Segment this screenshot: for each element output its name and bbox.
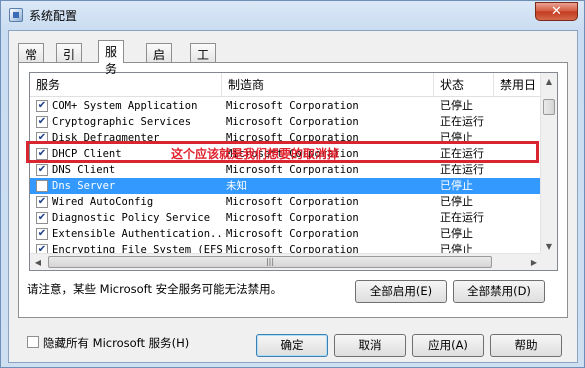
window-title: 系统配置 [29,9,78,23]
cancel-button[interactable]: 取消 [334,334,406,357]
tab-general[interactable]: 常规 [18,43,45,79]
help-button[interactable]: 帮助 [490,334,562,357]
service-status: 已停止 [440,179,473,192]
vertical-scrollbar[interactable]: ▲ ▼ [540,73,557,255]
service-checkbox[interactable]: ✔ [36,212,48,224]
vertical-scroll-thumb[interactable] [543,99,555,115]
horizontal-scroll-thumb[interactable]: ||| [48,256,492,268]
service-row[interactable]: ✔ Cryptographic Services Microsoft Corpo… [30,114,542,130]
service-checkbox[interactable] [36,180,48,192]
msconfig-app-icon [9,8,23,22]
service-row-selected[interactable]: Dns Server 未知 已停止 [30,178,542,194]
service-status: 已停止 [440,99,473,112]
scroll-corner [540,253,557,270]
tab-tools[interactable]: 工具 [190,43,217,79]
service-status: 正在运行 [440,211,484,224]
annotation-text: 这个应该就是我们想要的取消掉 [171,147,340,161]
hide-ms-services-checkbox[interactable] [27,336,39,348]
service-checkbox[interactable]: ✔ [36,100,48,112]
service-checkbox[interactable]: ✔ [36,228,48,240]
service-row[interactable]: ✔ DNS Client Microsoft Corporation 正在运行 [30,162,542,178]
service-name: DNS Client [52,164,116,176]
service-name: Cryptographic Services [52,116,192,128]
scroll-left-icon[interactable]: ◀ [30,254,46,270]
services-list[interactable]: 服务 制造商 状态 禁用日 ✔ COM+ System Application … [29,72,558,271]
service-status: 已停止 [440,195,473,208]
service-row[interactable]: ✔ Wired AutoConfig Microsoft Corporation… [30,194,542,210]
service-manufacturer: 未知 [226,180,247,192]
apply-button[interactable]: 应用(A) [412,334,484,357]
tab-boot[interactable]: 引导 [56,43,83,79]
column-header-status[interactable]: 状态 [434,73,494,97]
service-status: 已停止 [440,227,473,240]
service-row[interactable]: ✔ Extensible Authentication... Microsoft… [30,226,542,242]
service-status: 正在运行 [440,163,484,176]
service-row[interactable]: ✔ Diagnostic Policy Service Microsoft Co… [30,210,542,226]
security-note: 请注意，某些 Microsoft 安全服务可能无法禁用。 [27,282,283,296]
scroll-up-icon[interactable]: ▲ [541,73,557,90]
service-manufacturer: Microsoft Corporation [226,228,359,240]
service-name: Wired AutoConfig [52,196,154,208]
service-row[interactable]: ✔ Disk Defragmenter Microsoft Corporatio… [30,130,542,146]
service-manufacturer: Microsoft Corporation [226,196,359,208]
service-name: Disk Defragmenter [52,132,160,144]
column-header-service[interactable]: 服务 [30,73,222,97]
tab-startup[interactable]: 启动 [146,43,173,79]
service-manufacturer: Microsoft Corporation [226,116,359,128]
service-status: 已停止 [440,131,473,144]
service-manufacturer: Microsoft Corporation [226,212,359,224]
service-checkbox[interactable]: ✔ [36,164,48,176]
system-config-window: 系统配置 ✕ 常规 引导 服务 启动 工具 服务 制造商 状态 禁用日 ✔ [0,0,585,368]
service-row[interactable]: ✔ COM+ System Application Microsoft Corp… [30,98,542,114]
services-panel: 服务 制造商 状态 禁用日 ✔ COM+ System Application … [18,62,568,318]
service-name: COM+ System Application [52,100,198,112]
service-manufacturer: Microsoft Corporation [226,132,359,144]
hide-ms-services-label: 隐藏所有 Microsoft 服务(H) [43,336,190,350]
enable-all-button[interactable]: 全部启用(E) [355,280,447,303]
service-status: 正在运行 [440,147,484,160]
service-manufacturer: Microsoft Corporation [226,164,359,176]
service-status: 正在运行 [440,115,484,128]
service-checkbox[interactable]: ✔ [36,116,48,128]
horizontal-scrollbar[interactable]: ◀ ||| ▶ [30,253,542,270]
service-manufacturer: Microsoft Corporation [226,100,359,112]
column-header-manufacturer[interactable]: 制造商 [222,73,434,97]
tab-services[interactable]: 服务 [98,40,125,76]
service-name: Diagnostic Policy Service [52,212,211,224]
service-checkbox[interactable]: ✔ [36,148,48,160]
close-button[interactable]: ✕ [535,2,578,21]
service-name: Dns Server [52,180,116,192]
service-checkbox[interactable]: ✔ [36,196,48,208]
disable-all-button[interactable]: 全部禁用(D) [453,280,545,303]
service-checkbox[interactable]: ✔ [36,132,48,144]
service-name: Extensible Authentication... [52,228,222,240]
title-bar[interactable]: 系统配置 ✕ [1,1,584,29]
dialog-body: 常规 引导 服务 启动 工具 服务 制造商 状态 禁用日 ✔ COM+ Syst… [8,30,578,363]
ok-button[interactable]: 确定 [256,334,328,357]
